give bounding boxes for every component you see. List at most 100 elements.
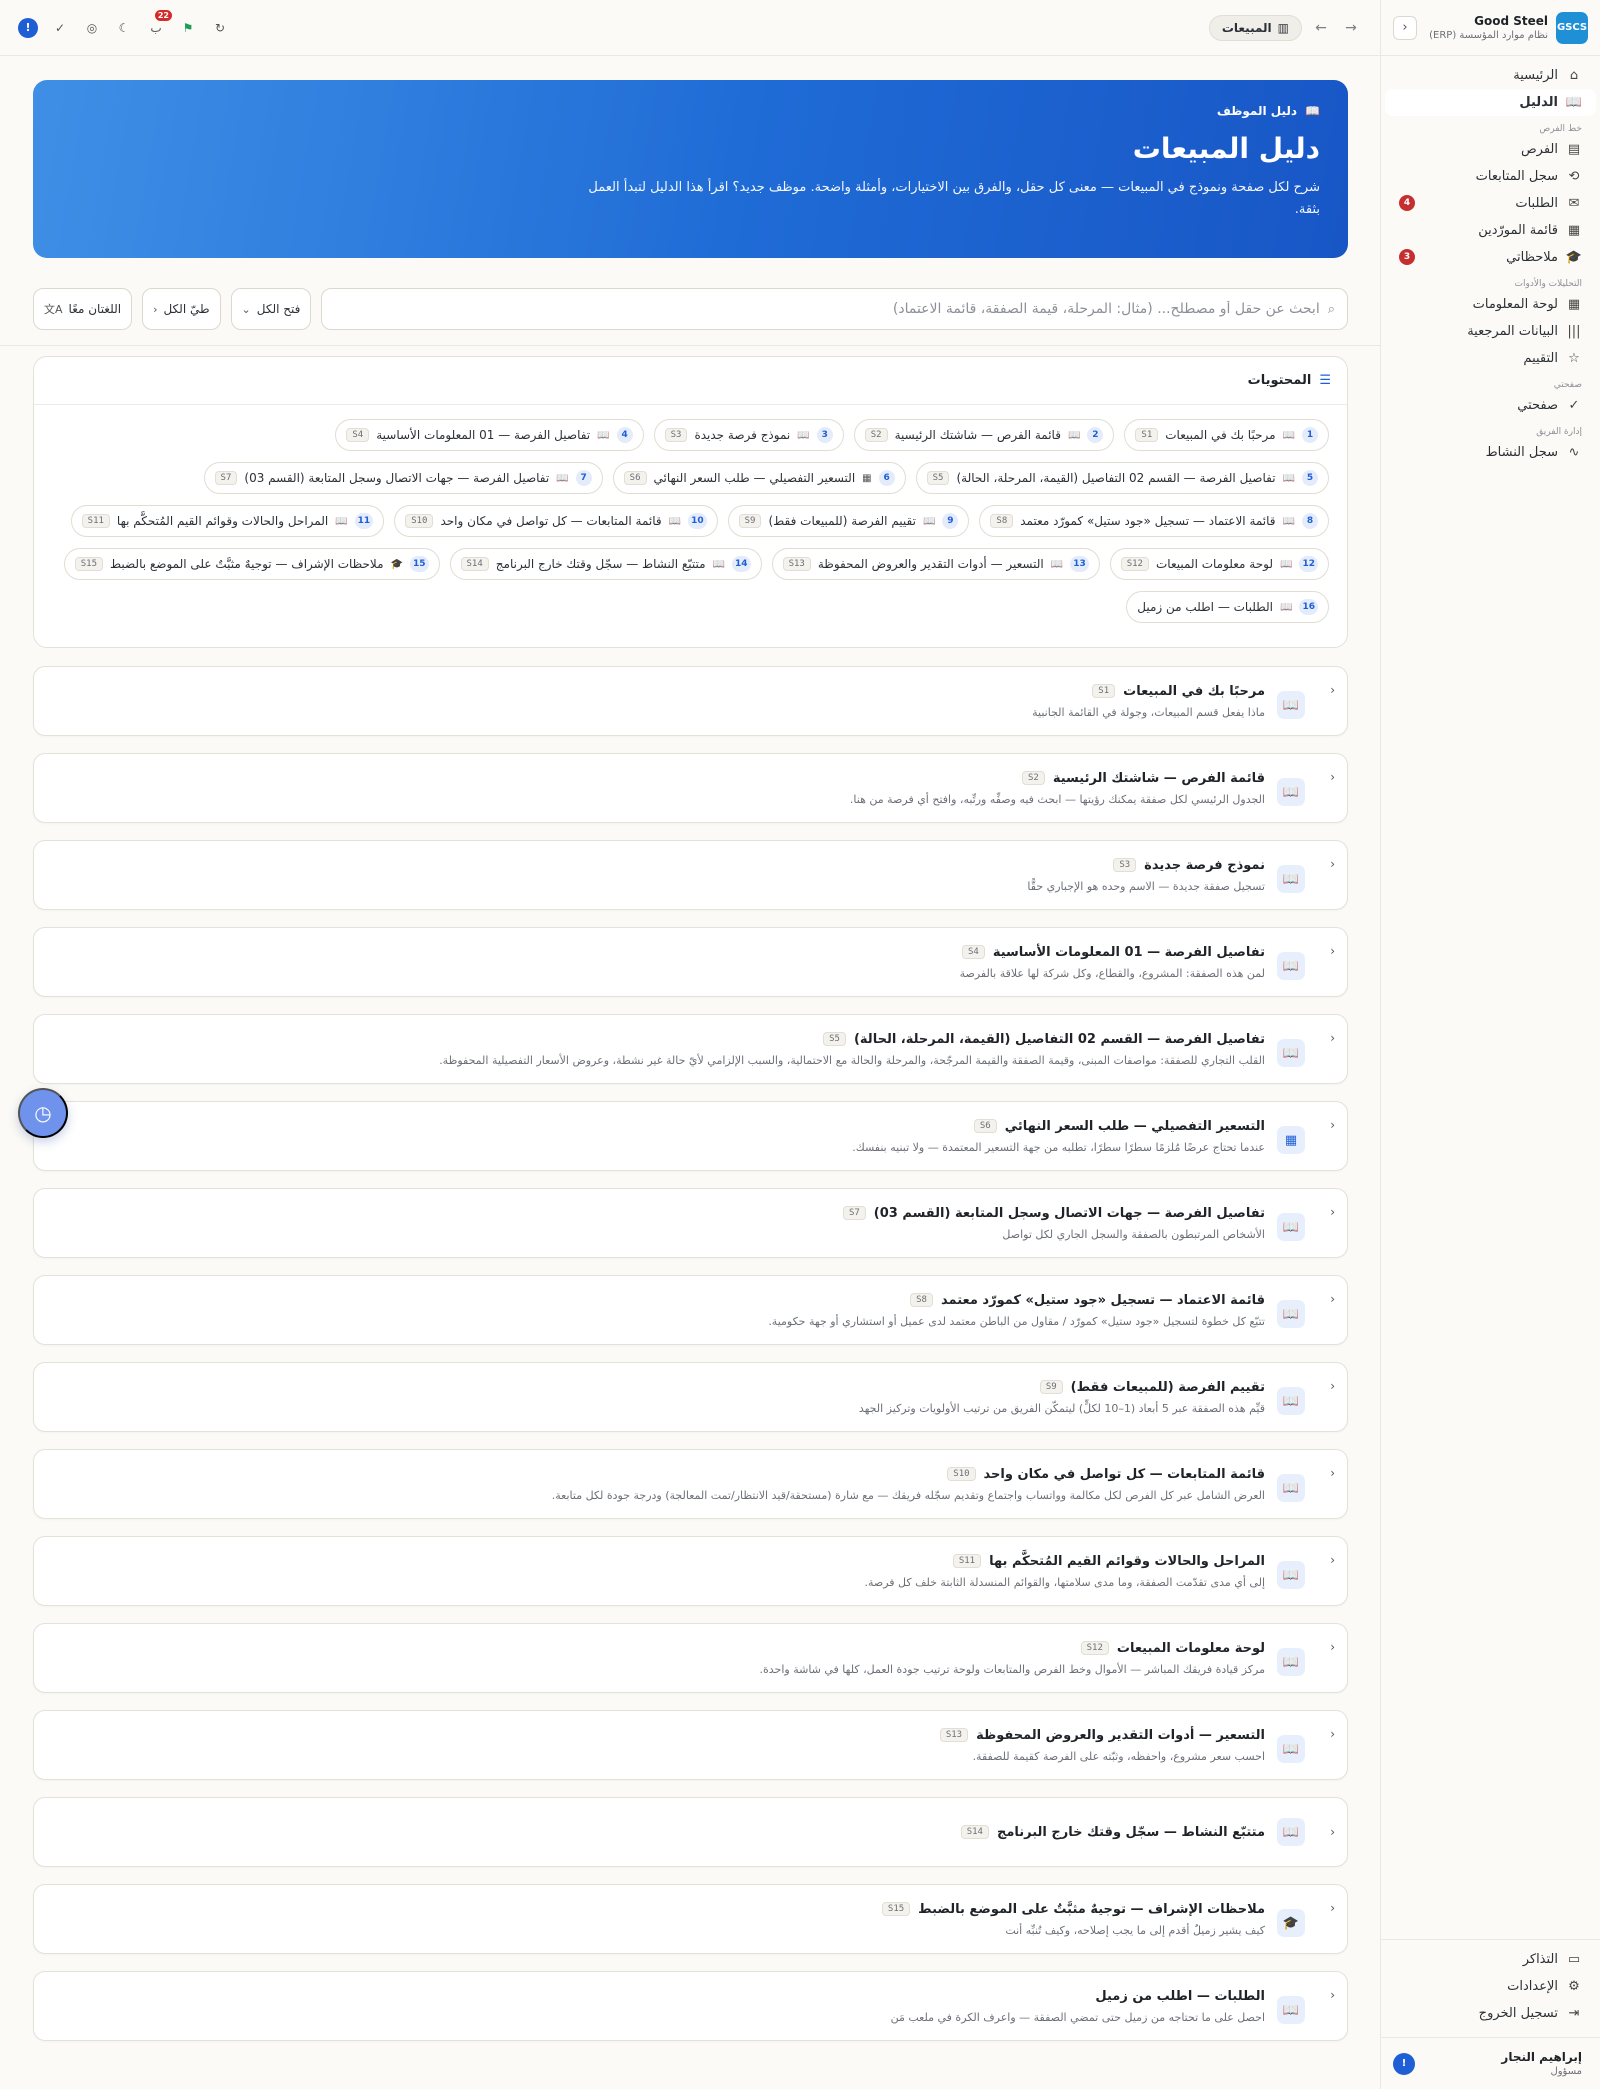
toc-item[interactable]: 6 ▦ التسعير التفصيلي — طلب السعر النهائي S6: [612, 462, 906, 494]
sidebar-item-clipboard[interactable]: ▦ قائمة المورّدين: [1381, 217, 1600, 244]
toc-item[interactable]: 8 📖 قائمة الاعتماد — تسجيل «جود ستيل» كمور…: [979, 505, 1329, 537]
toc-item[interactable]: 11 📖 المراحل والحالات وقوائم القيم المُتحك…: [70, 505, 385, 537]
section-description: الجدول الرئيسي لكل صفقة يمكنك رؤيتها — ا…: [849, 793, 1265, 806]
user-check-icon[interactable]: ⚑: [178, 18, 198, 38]
chevron-left-icon[interactable]: ‹: [1330, 1118, 1335, 1132]
book-icon: 📖: [1277, 691, 1305, 719]
guide-section-card[interactable]: ‹ 📖 قائمة الاعتماد — تسجيل «جود ستيل» كمور…: [33, 1275, 1348, 1345]
guide-section-card[interactable]: ‹ 📖 مرحبًا بك في المبيعات S1 ماذا يفعل قسم ا…: [33, 666, 1348, 736]
guide-section-card[interactable]: ‹ 📖 متتبّع النشاط — سجّل وقتك خارج البرنام…: [33, 1797, 1348, 1867]
toc-item[interactable]: 15 🎓 ملاحظات الإشراف — توجيهٌ مثبَّتٌ على …: [63, 548, 440, 580]
sidebar-item-graduation[interactable]: 🎓 ملاحظاتي 3: [1381, 244, 1600, 271]
clock-button[interactable]: ◷: [18, 1088, 68, 1138]
sidebar-bottom-links: ▭ التذاكر ⚙ الإعدادات ⇥ تسجيل الخروج: [1381, 1939, 1600, 2037]
toc-item[interactable]: 9 📖 تقييم الفرصة (للمبيعات فقط) S9: [727, 505, 970, 537]
sidebar-item-activity[interactable]: ∿ سجل النشاط: [1381, 439, 1600, 466]
chevron-left-icon[interactable]: ‹: [1330, 1553, 1335, 1567]
guide-section-card[interactable]: ‹ ▦ التسعير التفصيلي — طلب السعر النهائي S6…: [33, 1101, 1348, 1171]
sidebar-item-book[interactable]: 📖 الدليل: [1385, 89, 1596, 116]
toc-item[interactable]: 14 📖 متتبّع النشاط — سجّل وقتك خارج البرنا…: [449, 548, 762, 580]
sidebar-item-logout[interactable]: ⇥ تسجيل الخروج: [1381, 2000, 1600, 2027]
book-icon: 📖: [597, 429, 610, 441]
help-icon[interactable]: !: [18, 17, 38, 38]
section-code-badge: S9: [738, 514, 762, 528]
brand-name: Good Steel: [1474, 14, 1548, 28]
guide-section-card[interactable]: ‹ 📖 تفاصيل الفرصة — القسم 02 التفاصيل (الق…: [33, 1014, 1348, 1084]
refresh-icon[interactable]: ↻: [210, 18, 230, 38]
section-title: تفاصيل الفرصة — جهات الاتصال وسجل المتاب…: [873, 1205, 1265, 1221]
section-code-badge: S2: [1022, 771, 1045, 785]
toc-item[interactable]: 12 📖 لوحة معلومات المبيعات S12: [1109, 548, 1329, 580]
toc-item[interactable]: 16 📖 الطلبات — اطلب من زميل: [1126, 591, 1329, 623]
globe-icon[interactable]: ◎: [82, 18, 102, 38]
chevron-left-icon[interactable]: ‹: [1330, 1825, 1335, 1839]
check-circle-icon[interactable]: ✓: [50, 18, 70, 38]
expand-all-button[interactable]: فتح الكل ⌄: [230, 288, 312, 330]
sidebar-item-label: البيانات المرجعية: [1467, 324, 1558, 339]
moon-icon[interactable]: ☾: [114, 18, 134, 38]
sidebar-item-library[interactable]: ||| البيانات المرجعية: [1381, 318, 1600, 345]
sidebar-item-grid[interactable]: ▦ لوحة المعلومات: [1381, 291, 1600, 318]
chevron-left-icon[interactable]: ‹: [1330, 1292, 1335, 1306]
guide-section-card[interactable]: ‹ 📖 لوحة معلومات المبيعات S12 مركز قيادة فري…: [33, 1623, 1348, 1693]
chevron-left-icon[interactable]: ‹: [1330, 944, 1335, 958]
arrow-right-icon[interactable]: →: [1340, 20, 1362, 36]
section-code-badge: S6: [973, 1119, 997, 1133]
sidebar-item-ticket[interactable]: ▭ التذاكر: [1381, 1946, 1600, 1973]
sidebar-item-star[interactable]: ☆ التقييم: [1381, 345, 1600, 372]
sidebar-collapse-button[interactable]: ‹: [1393, 15, 1417, 40]
sidebar-item-label: الدليل: [1519, 95, 1558, 110]
toc-item[interactable]: 3 📖 نموذج فرصة جديدة S3: [653, 419, 844, 451]
toc-item[interactable]: 2 📖 قائمة الفرص — شاشتك الرئيسية S2: [853, 419, 1115, 451]
guide-section-card[interactable]: ‹ 📖 تفاصيل الفرصة — جهات الاتصال وسجل المت…: [33, 1188, 1348, 1258]
chevron-left-icon[interactable]: ‹: [1330, 1466, 1335, 1480]
guide-section-card[interactable]: ‹ 📖 نموذج فرصة جديدة S3 تسجيل صفقة جديدة — ا…: [33, 840, 1348, 910]
arrow-left-icon[interactable]: ←: [1310, 20, 1332, 36]
search-box[interactable]: ⌕: [321, 288, 1348, 330]
collapse-all-button[interactable]: طيّ الكل ‹: [142, 288, 221, 330]
chevron-left-icon[interactable]: ‹: [1330, 1031, 1335, 1045]
page-title: دليل المبيعات: [1132, 132, 1320, 165]
count-badge: 3: [1399, 249, 1415, 265]
breadcrumb-chip[interactable]: ▥ المبيعات: [1208, 14, 1302, 41]
chevron-left-icon[interactable]: ‹: [1330, 1205, 1335, 1219]
sidebar-item-gear[interactable]: ⚙ الإعدادات: [1381, 1973, 1600, 2000]
chevron-left-icon[interactable]: ‹: [1330, 1988, 1335, 2002]
guide-section-card[interactable]: ‹ 📖 التسعير — أدوات التقدير والعروض المحفو…: [33, 1710, 1348, 1780]
guide-section-card[interactable]: ‹ 📖 قائمة الفرص — شاشتك الرئيسية S2 الجدول ا…: [33, 753, 1348, 823]
chevron-left-icon[interactable]: ‹: [1330, 770, 1335, 784]
guide-section-card[interactable]: ‹ 📖 قائمة المتابعات — كل تواصل في مكان واح…: [33, 1449, 1348, 1519]
toc-item[interactable]: 5 📖 تفاصيل الفرصة — القسم 02 التفاصيل (الق…: [915, 462, 1329, 494]
sidebar-item-chat[interactable]: ✉ الطلبات 4: [1381, 190, 1600, 217]
chevron-left-icon[interactable]: ‹: [1330, 1901, 1335, 1915]
section-code-badge: S15: [881, 1902, 911, 1916]
toc-item[interactable]: 13 📖 التسعير — أدوات التقدير والعروض المحف…: [771, 548, 1100, 580]
sidebar-item-briefcase[interactable]: ▤ الفرص: [1381, 136, 1600, 163]
chevron-left-icon[interactable]: ‹: [1330, 683, 1335, 697]
translate-icon: 文A: [44, 303, 63, 316]
guide-section-card[interactable]: ‹ 🎓 ملاحظات الإشراف — توجيهٌ مثبَّتٌ على ا…: [33, 1884, 1348, 1954]
chevron-left-icon[interactable]: ‹: [1330, 1727, 1335, 1741]
guide-section-card[interactable]: ‹ 📖 المراحل والحالات وقوائم القيم المُتحكَ…: [33, 1536, 1348, 1606]
search-input[interactable]: [334, 301, 1320, 317]
sidebar-item-home[interactable]: ⌂ الرئيسية: [1381, 62, 1600, 89]
chevron-left-icon[interactable]: ‹: [1330, 857, 1335, 871]
book-icon: 📖: [335, 515, 348, 527]
toc-item[interactable]: 7 📖 تفاصيل الفرصة — جهات الاتصال وسجل المت…: [203, 462, 603, 494]
sidebar-item-check-circle[interactable]: ✓ صفحتي: [1381, 392, 1600, 419]
avatar[interactable]: !: [1393, 2052, 1415, 2075]
sidebar-item-history[interactable]: ⟲ سجل المتابعات: [1381, 163, 1600, 190]
notification-icon[interactable]: ب 22: [146, 9, 172, 38]
chevron-left-icon[interactable]: ‹: [1330, 1640, 1335, 1654]
toc-item[interactable]: 1 📖 مرحبًا بك في المبيعات S1: [1124, 419, 1329, 451]
toc-item[interactable]: 4 📖 تفاصيل الفرصة — 01 المعلومات الأساسية S…: [335, 419, 644, 451]
toc-item[interactable]: 10 📖 قائمة المتابعات — كل تواصل في مكان وا…: [394, 505, 718, 537]
section-description: عندما تحتاج عرضًا مُلزمًا سطرًا سطرًا، ت…: [852, 1141, 1265, 1154]
guide-section-card[interactable]: ‹ 📖 تقييم الفرصة (للمبيعات فقط) S9 قيِّم هذه…: [33, 1362, 1348, 1432]
sidebar-item-label: التذاكر: [1522, 1952, 1558, 1967]
chevron-left-icon[interactable]: ‹: [1330, 1379, 1335, 1393]
languages-toggle-button[interactable]: اللغتان معًا 文A: [33, 288, 133, 330]
guide-section-card[interactable]: ‹ 📖 الطلبات — اطلب من زميل احصل على ما تحتا…: [33, 1971, 1348, 2041]
user-profile[interactable]: إبراهيم النجار مسؤول !: [1381, 2037, 1600, 2089]
guide-section-card[interactable]: ‹ 📖 تفاصيل الفرصة — 01 المعلومات الأساسية S…: [33, 927, 1348, 997]
